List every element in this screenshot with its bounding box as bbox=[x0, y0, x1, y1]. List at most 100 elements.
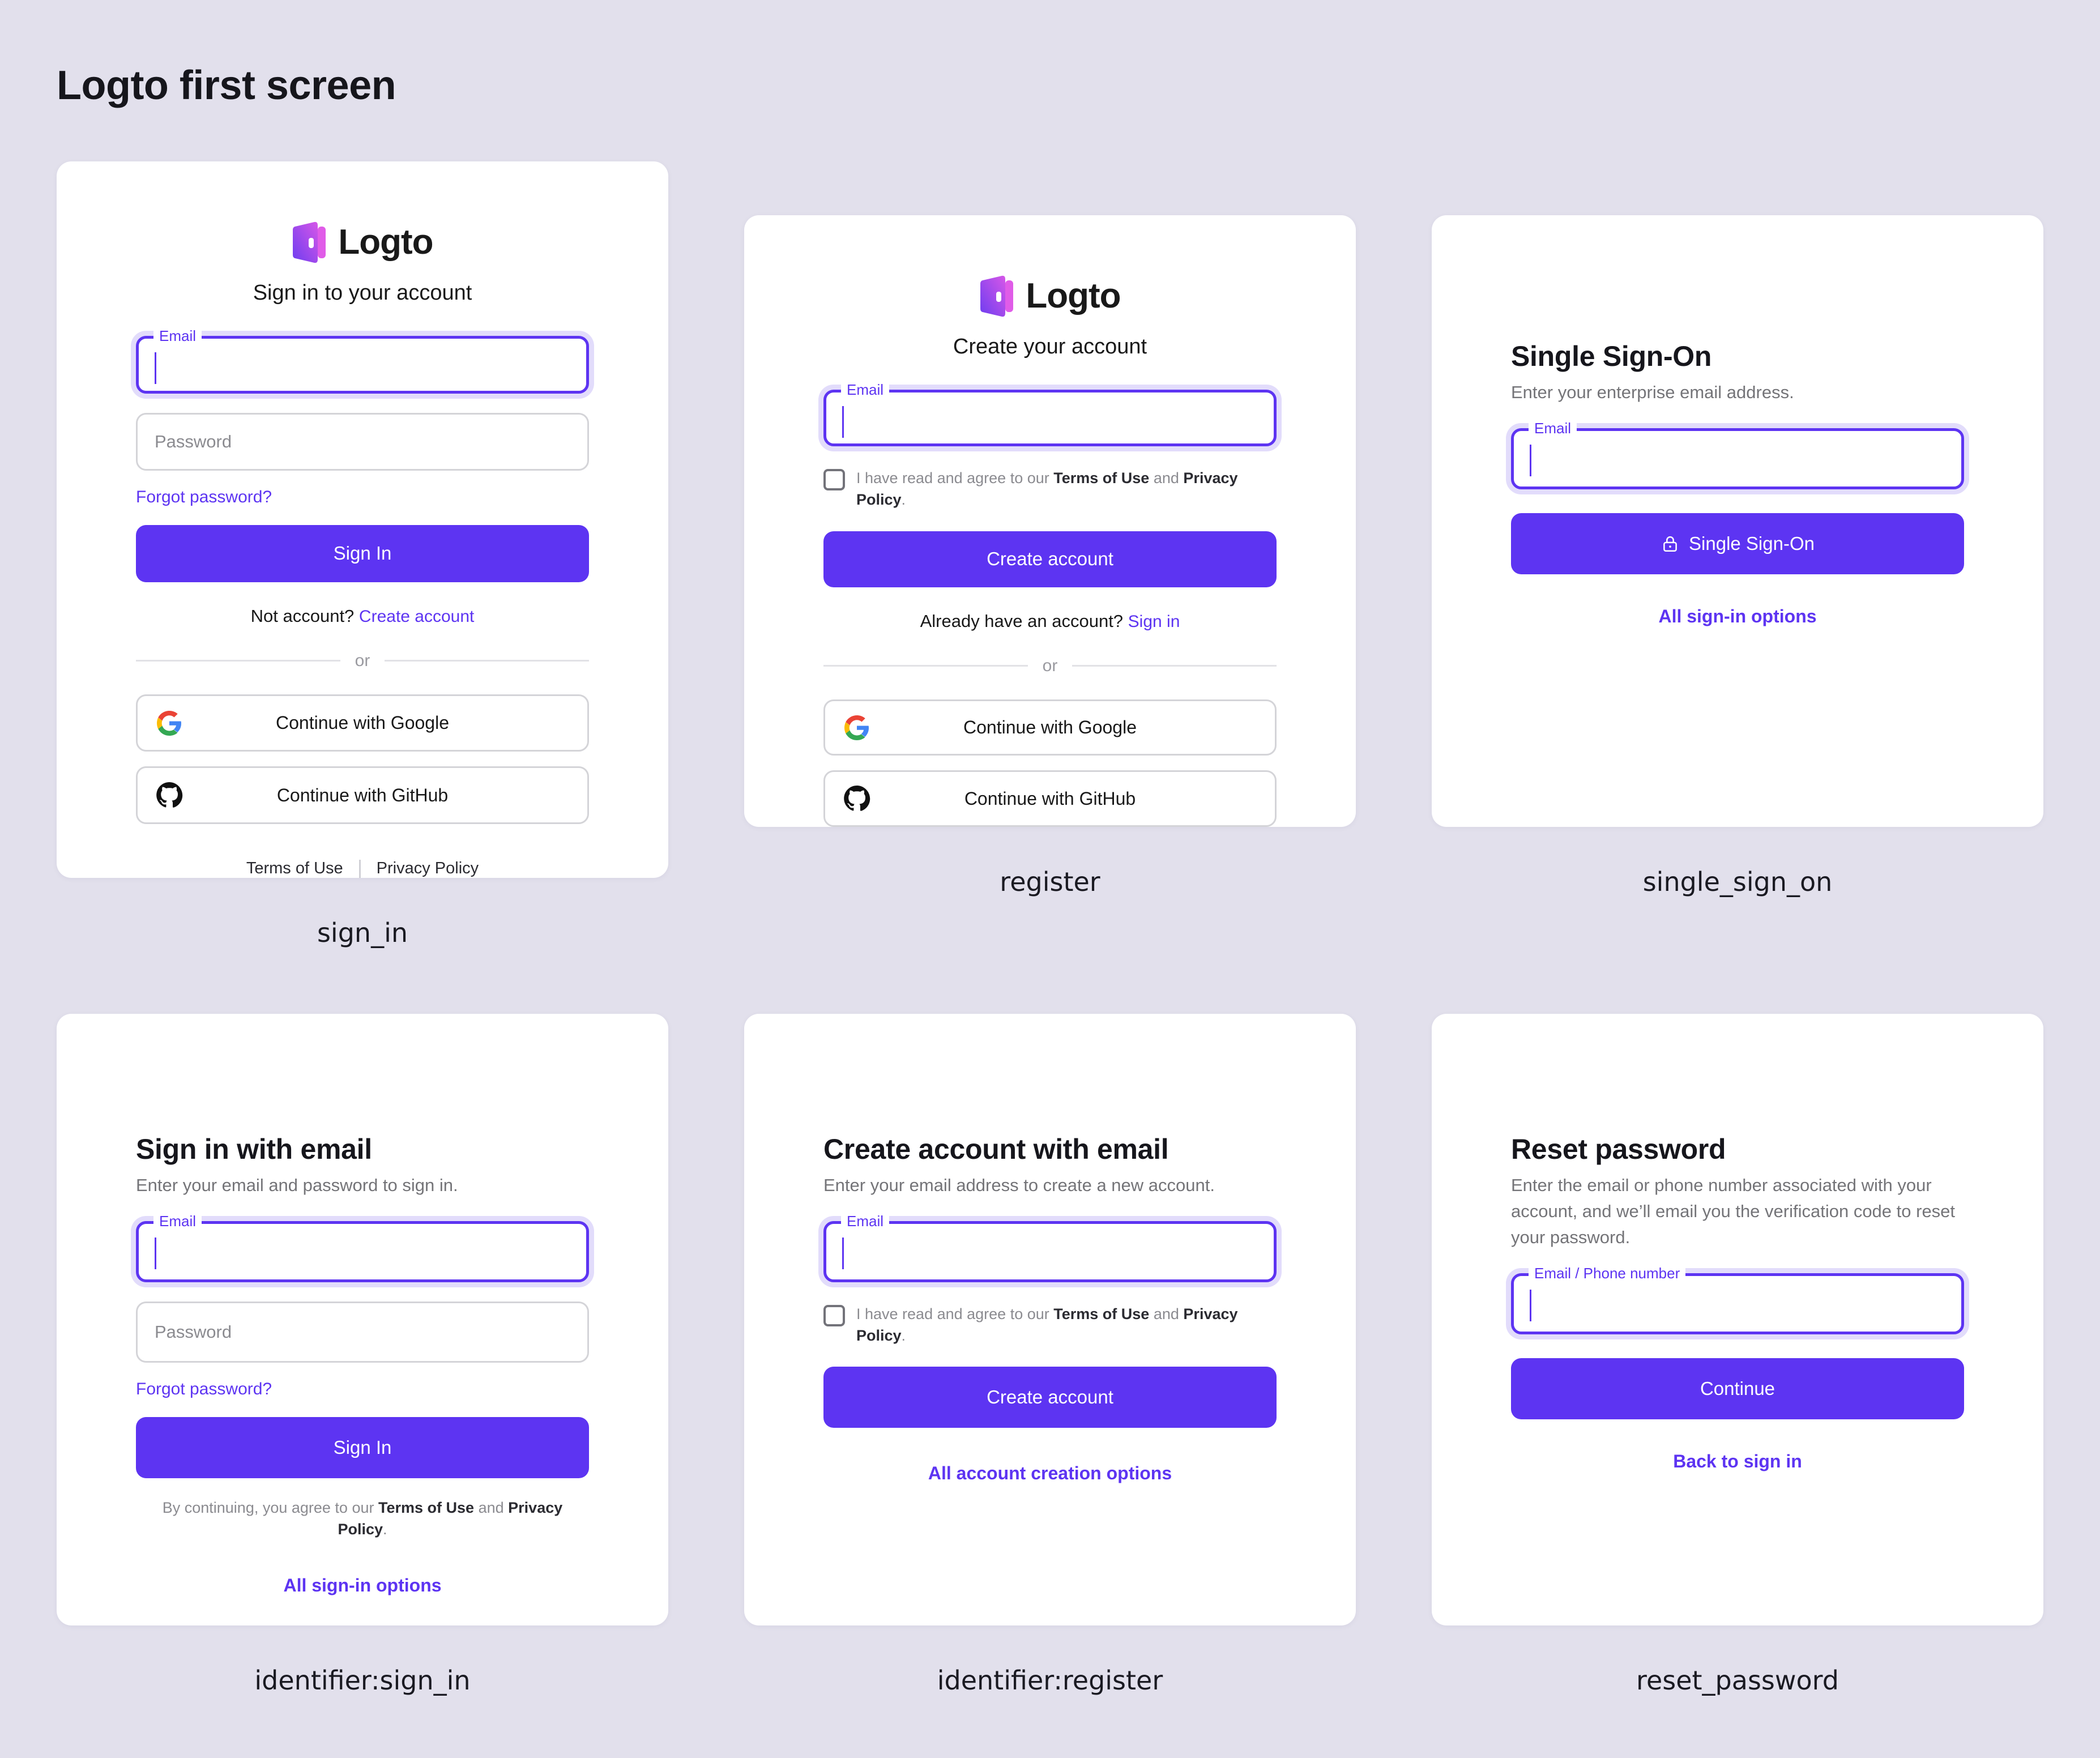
terms-of-use-link[interactable]: Terms of Use bbox=[1053, 470, 1149, 487]
sign-in-link[interactable]: Sign in bbox=[1128, 612, 1180, 631]
switch-to-register: Not account? Create account bbox=[136, 606, 589, 626]
password-input[interactable]: Password bbox=[136, 1301, 589, 1363]
identifier-sign-in-heading: Sign in with email bbox=[136, 1133, 372, 1165]
text-caret bbox=[155, 1237, 156, 1269]
terms-agreement-text: I have read and agree to our Terms of Us… bbox=[856, 468, 1277, 511]
sso-subheading: Enter your enterprise email address. bbox=[1511, 382, 1794, 402]
google-icon bbox=[844, 715, 869, 740]
create-account-link[interactable]: Create account bbox=[359, 607, 474, 626]
switch-to-sign-in: Already have an account? Sign in bbox=[823, 611, 1277, 631]
terms-prefix: By continuing, you agree to our bbox=[162, 1499, 374, 1516]
switch-prompt: Already have an account? bbox=[920, 611, 1124, 631]
terms-agreement-checkbox[interactable] bbox=[823, 1304, 845, 1326]
lock-icon bbox=[1663, 536, 1677, 552]
sso-heading: Single Sign-On bbox=[1511, 340, 1712, 372]
or-label: or bbox=[355, 651, 370, 670]
continue-with-github-button[interactable]: Continue with GitHub bbox=[136, 766, 589, 824]
google-button-label: Continue with Google bbox=[276, 712, 449, 733]
terms-agreement-checkbox[interactable] bbox=[823, 468, 845, 490]
email-label: Email bbox=[153, 1213, 202, 1228]
caption-identifier-sign-in: identifier:sign_in bbox=[254, 1665, 471, 1696]
sign-in-title: Sign in to your account bbox=[253, 281, 472, 305]
email-input[interactable]: Email bbox=[823, 1213, 1277, 1282]
terms-suffix: . bbox=[383, 1520, 387, 1538]
single-sign-on-button[interactable]: Single Sign-On bbox=[1511, 513, 1964, 574]
create-account-button[interactable]: Create account bbox=[823, 1367, 1277, 1428]
create-account-button[interactable]: Create account bbox=[823, 531, 1277, 587]
continue-button[interactable]: Continue bbox=[1511, 1358, 1964, 1419]
terms-of-use-link[interactable]: Terms of Use bbox=[378, 1499, 474, 1516]
logto-wordmark: Logto bbox=[1026, 276, 1121, 315]
caption-single-sign-on: single_sign_on bbox=[1642, 867, 1833, 897]
logto-wordmark: Logto bbox=[338, 223, 433, 262]
identifier-register-heading: Create account with email bbox=[823, 1133, 1169, 1165]
screenshot-canvas: Logto first screen Logto Sign in to your… bbox=[0, 0, 2100, 1758]
register-title: Create your account bbox=[953, 335, 1147, 359]
page-title: Logto first screen bbox=[57, 63, 396, 108]
card-identifier-register: Create account with email Enter your ema… bbox=[744, 1014, 1356, 1625]
continue-with-google-button[interactable]: Continue with Google bbox=[136, 694, 589, 752]
card-register: Logto Create your account Email I have r… bbox=[744, 215, 1356, 827]
legal-footer: Terms of Use Privacy Policy bbox=[136, 859, 589, 878]
card-identifier-sign-in: Sign in with email Enter your email and … bbox=[57, 1014, 668, 1625]
email-input[interactable]: Email bbox=[136, 328, 589, 394]
sso-email-input[interactable]: Email bbox=[1511, 420, 1964, 489]
sso-button-label: Single Sign-On bbox=[1689, 532, 1815, 554]
email-label: Email bbox=[841, 1213, 890, 1228]
caption-sign-in: sign_in bbox=[317, 918, 408, 948]
caption-identifier-register: identifier:register bbox=[937, 1665, 1163, 1696]
email-input[interactable]: Email bbox=[823, 382, 1277, 446]
email-label: Email bbox=[1529, 420, 1577, 436]
privacy-policy-link[interactable]: Privacy Policy bbox=[377, 859, 479, 878]
terms-agreement-row[interactable]: I have read and agree to our Terms of Us… bbox=[823, 468, 1277, 511]
agree-joiner: and bbox=[1153, 469, 1179, 487]
forgot-password-link[interactable]: Forgot password? bbox=[136, 1380, 589, 1399]
terms-agreement-row[interactable]: I have read and agree to our Terms of Us… bbox=[823, 1304, 1277, 1347]
terms-of-use-link[interactable]: Terms of Use bbox=[246, 859, 343, 878]
sign-in-button[interactable]: Sign In bbox=[136, 1416, 589, 1478]
card-single-sign-on: Single Sign-On Enter your enterprise ema… bbox=[1432, 215, 2043, 827]
continue-with-github-button[interactable]: Continue with GitHub bbox=[823, 770, 1277, 827]
text-caret bbox=[1530, 444, 1531, 476]
text-caret bbox=[842, 1237, 844, 1269]
card-reset-password: Reset password Enter the email or phone … bbox=[1432, 1014, 2043, 1625]
agree-prefix: I have read and agree to our bbox=[856, 1305, 1049, 1322]
github-button-label: Continue with GitHub bbox=[276, 784, 449, 805]
all-sign-in-options-link[interactable]: All sign-in options bbox=[1511, 606, 1964, 627]
back-to-sign-in-link[interactable]: Back to sign in bbox=[1511, 1451, 1964, 1472]
card-sign-in: Logto Sign in to your account Email Pass… bbox=[57, 161, 668, 878]
email-label: Email bbox=[153, 328, 202, 343]
identifier-input[interactable]: Email / Phone number bbox=[1511, 1265, 1964, 1334]
or-divider: or bbox=[823, 656, 1277, 676]
caption-reset-password: reset_password bbox=[1636, 1665, 1839, 1696]
terms-agreement-text: I have read and agree to our Terms of Us… bbox=[856, 1304, 1277, 1347]
all-sign-in-options-link[interactable]: All sign-in options bbox=[136, 1575, 589, 1596]
or-divider: or bbox=[136, 651, 589, 671]
password-input[interactable]: Password bbox=[136, 412, 589, 471]
legal-separator bbox=[358, 859, 361, 878]
all-account-creation-options-link[interactable]: All account creation options bbox=[823, 1463, 1277, 1484]
forgot-password-link[interactable]: Forgot password? bbox=[136, 488, 589, 507]
github-icon bbox=[844, 786, 870, 812]
identifier-label: Email / Phone number bbox=[1529, 1265, 1686, 1281]
continue-with-google-button[interactable]: Continue with Google bbox=[823, 699, 1277, 756]
logto-door-icon bbox=[980, 275, 1014, 317]
github-button-label: Continue with GitHub bbox=[964, 788, 1136, 809]
or-label: or bbox=[1042, 656, 1058, 675]
terms-joiner: and bbox=[478, 1499, 504, 1516]
logto-door-icon bbox=[293, 221, 326, 263]
email-input[interactable]: Email bbox=[136, 1213, 589, 1282]
logto-logo: Logto bbox=[823, 275, 1277, 318]
continuing-terms-text: By continuing, you agree to our Terms of… bbox=[136, 1497, 589, 1541]
text-caret bbox=[1530, 1289, 1531, 1321]
terms-of-use-link[interactable]: Terms of Use bbox=[1053, 1305, 1149, 1322]
identifier-sign-in-subheading: Enter your email and password to sign in… bbox=[136, 1175, 458, 1195]
email-label: Email bbox=[841, 382, 890, 397]
switch-prompt: Not account? bbox=[250, 605, 355, 626]
github-icon bbox=[156, 782, 183, 808]
divider-rule-right bbox=[385, 660, 589, 662]
sign-in-button[interactable]: Sign In bbox=[136, 524, 589, 582]
logto-logo: Logto bbox=[136, 221, 589, 264]
agree-suffix: . bbox=[901, 1326, 906, 1344]
text-caret bbox=[842, 406, 844, 438]
